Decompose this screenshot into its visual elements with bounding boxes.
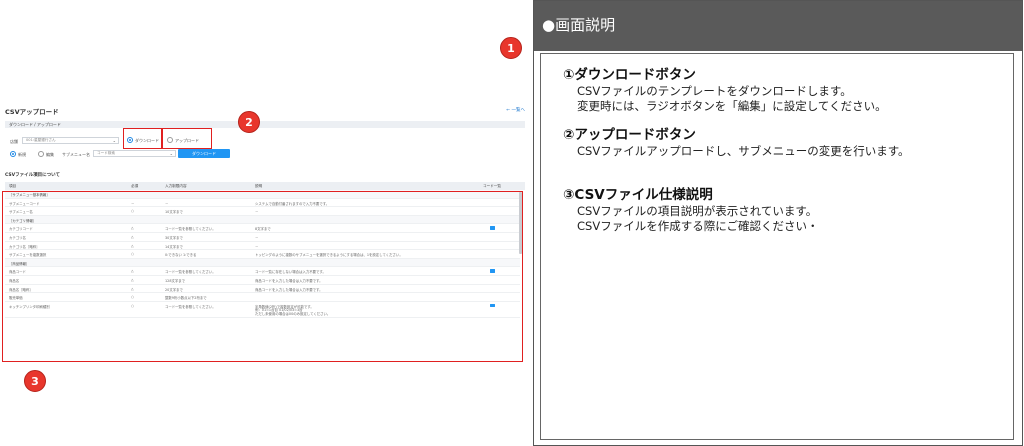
csv-upload-screen: CSVアップロード ← 一覧へ ダウンロード / アップロード 店舗 001:星… bbox=[0, 104, 528, 366]
panel-header: ●画面説明 bbox=[534, 1, 1022, 51]
highlight-spec-table bbox=[2, 191, 523, 362]
section-download-line-2: 変更時には、ラジオボタンを「編集」に設定してください。 bbox=[577, 99, 887, 113]
callout-badge-3: 3 bbox=[24, 370, 46, 392]
section-download-title: ①ダウンロードボタン bbox=[563, 67, 696, 83]
section-upload-title: ②アップロードボタン bbox=[563, 127, 696, 143]
download-button[interactable]: ダウンロード bbox=[178, 149, 230, 158]
submenu-select[interactable]: コード検索 ⌄ bbox=[93, 150, 176, 157]
back-to-list-link[interactable]: ← 一覧へ bbox=[506, 107, 525, 113]
stage: 1 CSVアップロード ← 一覧へ ダウンロード / アップロード 店舗 001… bbox=[0, 0, 1024, 446]
col-header-required: 必須 bbox=[131, 184, 139, 188]
highlight-download-radio bbox=[123, 128, 162, 149]
callout-badge-1: 1 bbox=[500, 37, 522, 59]
radio-edit[interactable] bbox=[38, 151, 44, 157]
store-label: 店舗 bbox=[10, 139, 18, 144]
submenu-select-placeholder: コード検索 bbox=[97, 151, 115, 155]
section-download: ①ダウンロードボタン CSVファイルのテンプレートをダウンロードします。 変更時… bbox=[563, 67, 887, 114]
spec-table-header: 項目 必須 入力制限内容 説明 コード一覧 bbox=[5, 182, 525, 190]
csv-spec-title: CSVファイル項目について bbox=[5, 173, 60, 178]
download-upload-section-header: ダウンロード / アップロード bbox=[5, 121, 525, 128]
store-select-value: 001:星屋銀行さん bbox=[26, 138, 56, 142]
callout-badge-2: 2 bbox=[238, 111, 260, 133]
radio-new[interactable] bbox=[10, 151, 16, 157]
highlight-upload-radio bbox=[162, 128, 212, 149]
panel-body: ①ダウンロードボタン CSVファイルのテンプレートをダウンロードします。 変更時… bbox=[540, 53, 1014, 440]
chevron-down-icon: ⌄ bbox=[169, 151, 173, 156]
section-download-line-1: CSVファイルのテンプレートをダウンロードします。 bbox=[577, 84, 852, 98]
section-upload: ②アップロードボタン CSVファイルアップロードし、サブメニューの変更を行います… bbox=[563, 127, 910, 159]
description-panel: ●画面説明 ①ダウンロードボタン CSVファイルのテンプレートをダウンロードしま… bbox=[533, 0, 1023, 446]
col-header-restriction: 入力制限内容 bbox=[165, 184, 187, 188]
radio-new-label: 新規 bbox=[18, 152, 26, 157]
section-csv-spec: ③CSVファイル仕様説明 CSVファイルの項目説明が表示されています。 CSVフ… bbox=[563, 187, 818, 234]
section-upload-line-1: CSVファイルアップロードし、サブメニューの変更を行います。 bbox=[577, 144, 910, 158]
radio-edit-label: 編集 bbox=[46, 152, 54, 157]
col-header-description: 説明 bbox=[255, 184, 263, 188]
col-header-code-list: コード一覧 bbox=[483, 184, 501, 188]
section-csv-spec-line-2: CSVファイルを作成する際にご確認ください・ bbox=[577, 219, 819, 233]
store-select[interactable]: 001:星屋銀行さん ⌄ bbox=[22, 137, 119, 144]
page-title: CSVアップロード bbox=[5, 108, 59, 116]
col-header-item: 項目 bbox=[9, 184, 17, 188]
title-row: CSVアップロード ← 一覧へ bbox=[5, 106, 525, 116]
section-csv-spec-title: ③CSVファイル仕様説明 bbox=[563, 187, 713, 203]
chevron-down-icon: ⌄ bbox=[112, 138, 116, 143]
submenu-label: サブメニュー名 bbox=[62, 152, 90, 157]
section-csv-spec-line-1: CSVファイルの項目説明が表示されています。 bbox=[577, 204, 818, 218]
